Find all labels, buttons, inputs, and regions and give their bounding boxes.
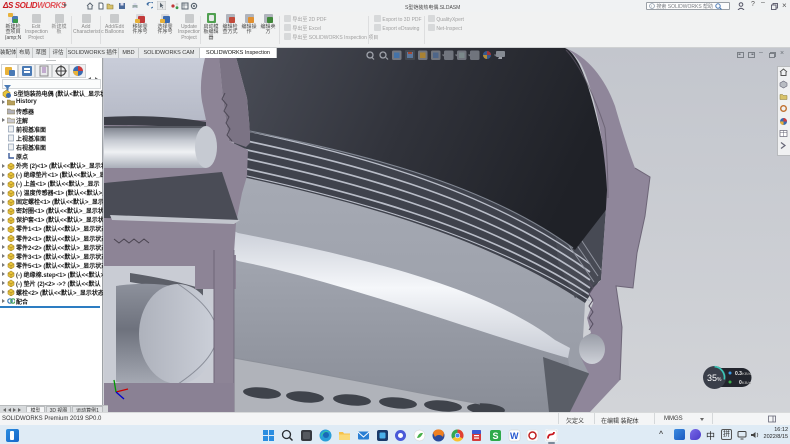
svg-text:S: S: [493, 431, 499, 441]
svg-text:W: W: [510, 431, 519, 441]
svg-text:i: i: [651, 4, 652, 9]
